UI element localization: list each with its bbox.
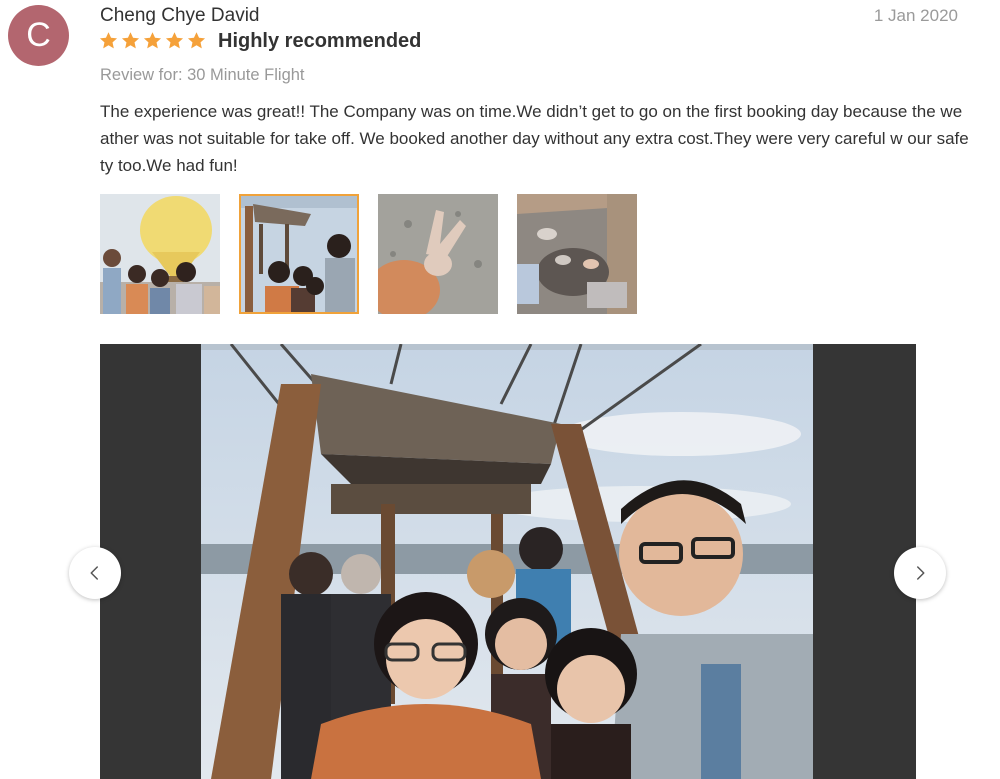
- basket-selfie-photo: [201, 344, 813, 779]
- thumbnail-basket-selfie[interactable]: [239, 194, 359, 314]
- feet-in-basket-photo: [517, 194, 637, 314]
- thumbnail-feet-in-basket[interactable]: [517, 194, 637, 314]
- thumbnail-peace-sign[interactable]: [378, 194, 498, 314]
- star-rating: [99, 31, 206, 50]
- photo-viewer: [100, 344, 916, 779]
- basket-selfie-photo: [241, 196, 357, 312]
- peace-sign-landscape-photo: [378, 194, 498, 314]
- star-icon: [165, 32, 184, 49]
- next-photo-button[interactable]: [894, 547, 946, 599]
- chevron-left-icon: [90, 566, 98, 580]
- avatar-letter: C: [26, 16, 51, 54]
- star-icon: [99, 32, 118, 49]
- star-icon: [143, 32, 162, 49]
- star-icon: [187, 32, 206, 49]
- star-icon: [121, 32, 140, 49]
- reviewer-name: Cheng Chye David: [100, 5, 260, 26]
- previous-photo-button[interactable]: [69, 547, 121, 599]
- review-body: The experience was great!! The Company w…: [100, 102, 969, 175]
- avatar: C: [8, 5, 69, 66]
- photo-thumbnails: [100, 194, 637, 314]
- balloon-group-photo: [100, 194, 220, 314]
- review-headline: Highly recommended: [218, 30, 422, 52]
- viewer-photo: [201, 344, 813, 779]
- review-for-label: Review for: 30 Minute Flight: [100, 66, 305, 84]
- chevron-right-icon: [917, 566, 925, 580]
- review-date: 1 Jan 2020: [873, 6, 958, 25]
- thumbnail-balloon-group[interactable]: [100, 194, 220, 314]
